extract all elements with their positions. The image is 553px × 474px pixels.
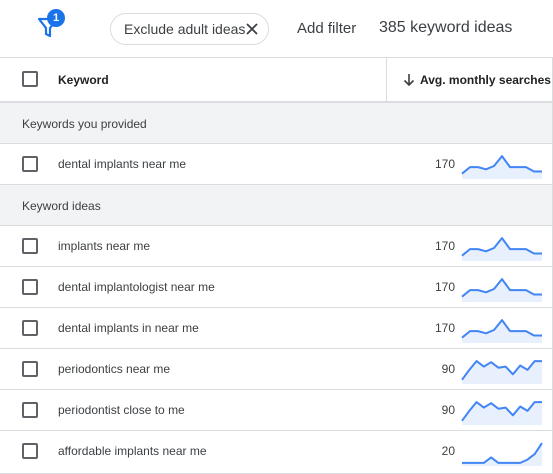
row-checkbox[interactable] (22, 238, 38, 254)
monthly-searches-value: 90 (441, 362, 455, 376)
trend-sparkline (462, 442, 543, 466)
trend-sparkline (461, 401, 542, 425)
trend-sparkline (461, 237, 542, 261)
table-row: dental implantologist near me 170 (0, 267, 553, 308)
keyword-text: dental implantologist near me (58, 280, 215, 294)
toolbar: 1 Exclude adult ideas Add filter 385 key… (0, 0, 553, 58)
header-keyword[interactable]: Keyword (58, 73, 109, 87)
keyword-text: periodontics near me (58, 362, 171, 376)
monthly-searches-value: 20 (441, 444, 455, 458)
keyword-text: dental implants in near me (58, 321, 199, 335)
table-row: periodontist close to me 90 (0, 390, 553, 431)
exclude-adult-ideas-chip[interactable]: Exclude adult ideas (110, 13, 269, 45)
column-divider (386, 58, 387, 103)
monthly-searches-value: 90 (441, 403, 455, 417)
monthly-searches-value: 170 (434, 321, 455, 335)
keyword-text: implants near me (58, 239, 151, 253)
section-label: Keywords you provided (22, 117, 147, 131)
arrow-down-icon[interactable] (402, 73, 416, 87)
add-filter-button[interactable]: Add filter (297, 20, 356, 37)
keyword-count: 385 keyword ideas (379, 19, 513, 36)
monthly-searches-value: 170 (434, 239, 455, 253)
table-row: periodontics near me 90 (0, 349, 553, 390)
header-avg-monthly-searches[interactable]: Avg. monthly searches (420, 73, 551, 87)
table-row: dental implants in near me 170 (0, 308, 553, 349)
row-checkbox[interactable] (22, 402, 38, 418)
table-row: implants near me 170 (0, 226, 553, 267)
row-checkbox[interactable] (22, 443, 38, 459)
monthly-searches-value: 170 (434, 157, 455, 171)
table-row: dental implants near me 170 (0, 144, 553, 185)
table-header: Keyword Avg. monthly searches (0, 58, 553, 103)
trend-sparkline (461, 319, 542, 343)
keyword-text: periodontist close to me (58, 403, 185, 417)
section-label: Keyword ideas (22, 199, 101, 213)
filter-count-badge: 1 (47, 9, 65, 27)
select-all-checkbox[interactable] (22, 71, 38, 87)
close-icon[interactable] (244, 21, 260, 37)
section-keywords-provided: Keywords you provided (0, 103, 553, 144)
trend-sparkline (461, 360, 542, 384)
row-checkbox[interactable] (22, 320, 38, 336)
section-keyword-ideas: Keyword ideas (0, 185, 553, 226)
keyword-text: affordable implants near me (58, 444, 207, 458)
monthly-searches-value: 170 (434, 280, 455, 294)
table-row: affordable implants near me 20 (0, 431, 553, 474)
row-checkbox[interactable] (22, 279, 38, 295)
trend-sparkline (461, 155, 542, 179)
row-checkbox[interactable] (22, 156, 38, 172)
chip-label: Exclude adult ideas (124, 21, 246, 37)
trend-sparkline (461, 278, 542, 302)
keyword-text: dental implants near me (58, 157, 187, 171)
row-checkbox[interactable] (22, 361, 38, 377)
